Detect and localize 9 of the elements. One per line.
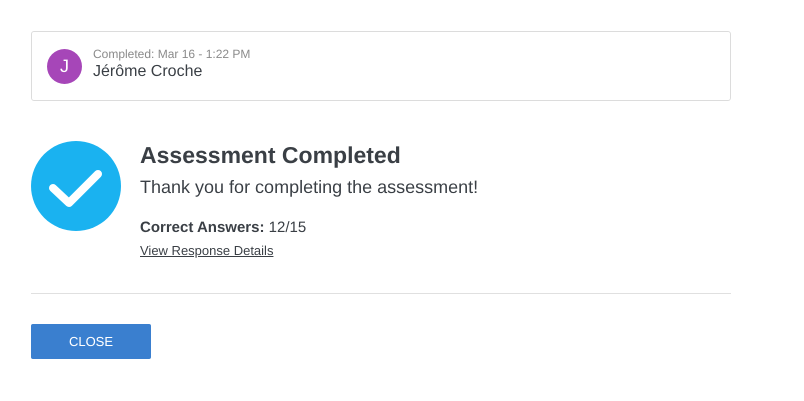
result-message: Thank you for completing the assessment! [140,176,478,199]
view-response-details-link[interactable]: View Response Details [140,242,274,260]
result-title: Assessment Completed [140,141,402,170]
respondent-name: Jérôme Croche [93,62,204,82]
score-text: Correct Answers: 12/15 [140,218,308,238]
checkmark-icon [31,141,121,231]
avatar: J [47,48,82,84]
close-button[interactable]: CLOSE [31,324,151,359]
completed-date: Completed: Mar 16 - 1:22 PM [93,47,250,62]
